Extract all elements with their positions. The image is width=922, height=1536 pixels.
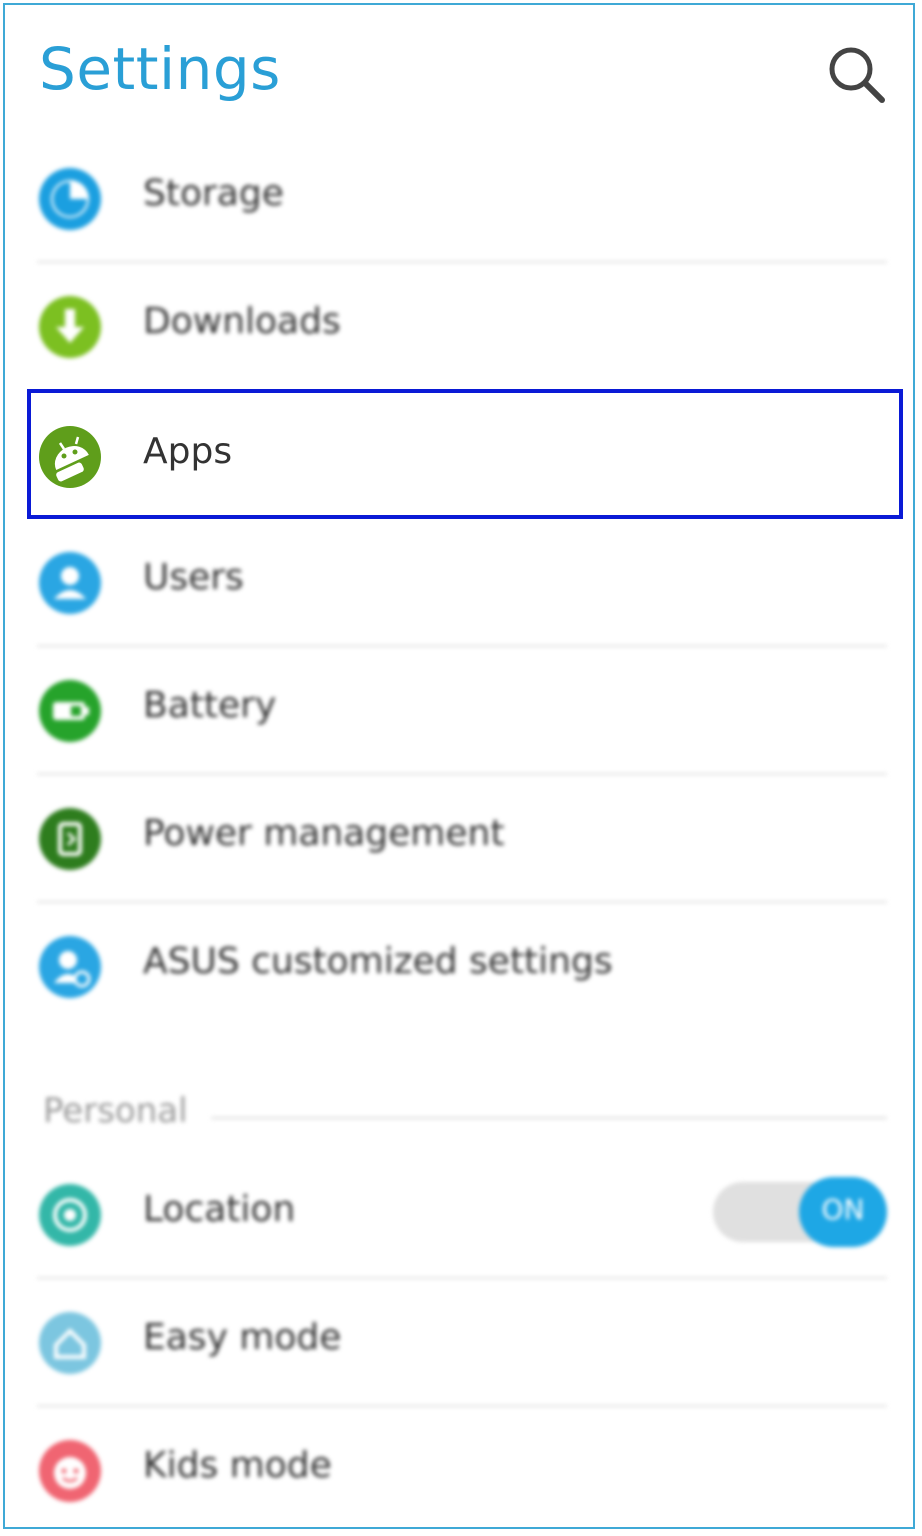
header: Settings: [5, 5, 913, 141]
section-header-personal: Personal: [43, 1091, 188, 1131]
easy-mode-icon: [38, 1311, 102, 1375]
power-management-icon: [38, 807, 102, 871]
settings-screen: Settings Storage Downloads Apps Users Ba…: [3, 3, 915, 1529]
kids-mode-icon: [38, 1439, 102, 1503]
settings-item-label: Kids mode: [143, 1445, 332, 1486]
search-icon[interactable]: [825, 43, 887, 105]
settings-item-label: Downloads: [143, 301, 341, 342]
settings-item-label: Users: [143, 557, 244, 598]
settings-item-asus-customized[interactable]: ASUS customized settings: [5, 903, 913, 1031]
user-icon: [38, 551, 102, 615]
asus-settings-icon: [38, 935, 102, 999]
settings-item-label: Easy mode: [143, 1317, 342, 1358]
settings-item-label: ASUS customized settings: [143, 941, 613, 982]
settings-item-battery[interactable]: Battery: [5, 647, 913, 775]
settings-item-easy-mode[interactable]: Easy mode: [5, 1279, 913, 1407]
location-toggle[interactable]: ON: [713, 1177, 887, 1247]
toggle-knob: ON: [799, 1177, 887, 1247]
download-icon: [38, 295, 102, 359]
selection-highlight: [27, 389, 903, 519]
location-icon: [38, 1183, 102, 1247]
settings-item-storage[interactable]: Storage: [5, 135, 913, 263]
storage-icon: [38, 167, 102, 231]
battery-icon: [38, 679, 102, 743]
settings-item-downloads[interactable]: Downloads: [5, 263, 913, 391]
toggle-state-label: ON: [821, 1193, 865, 1226]
section-divider: [211, 1117, 887, 1119]
settings-item-label: Battery: [143, 685, 277, 726]
settings-item-users[interactable]: Users: [5, 519, 913, 647]
page-title: Settings: [39, 35, 281, 103]
settings-item-power-management[interactable]: Power management: [5, 775, 913, 903]
settings-item-label: Storage: [143, 173, 284, 214]
settings-item-label: Power management: [143, 813, 505, 854]
settings-item-label: Location: [143, 1189, 296, 1230]
settings-item-kids-mode[interactable]: Kids mode: [5, 1407, 913, 1535]
